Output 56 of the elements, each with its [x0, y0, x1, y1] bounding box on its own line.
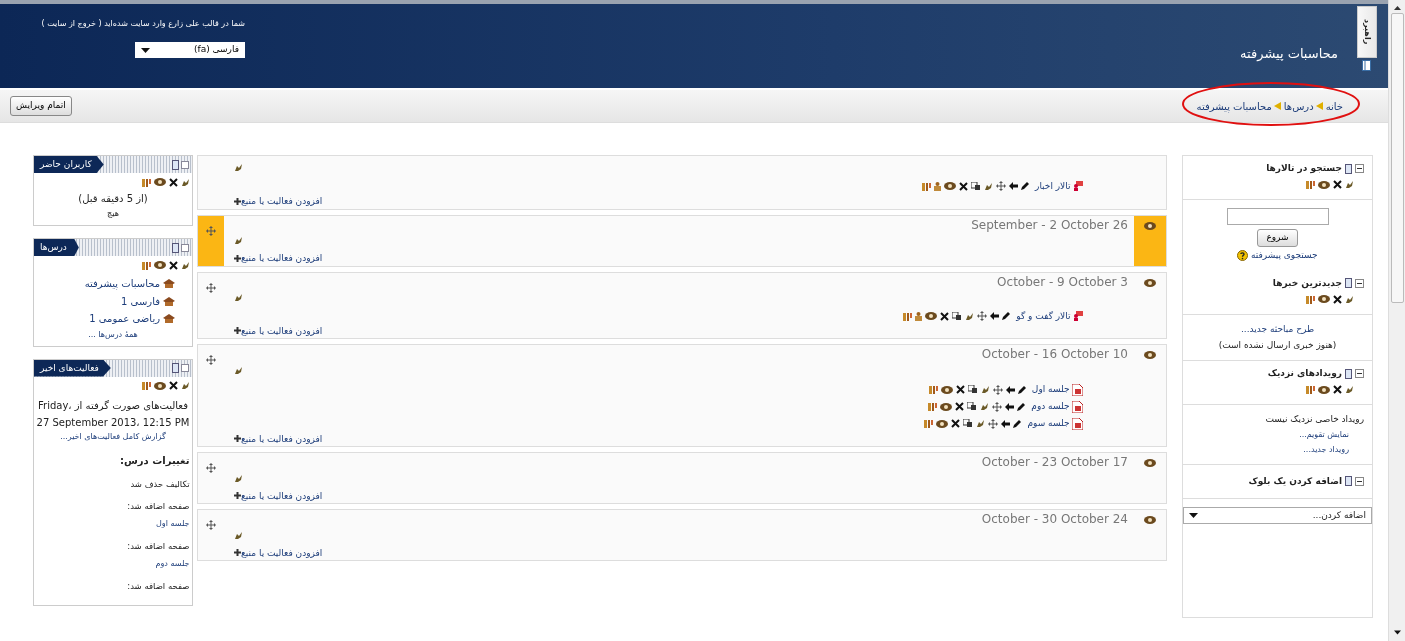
change-label: صفحه اضافه شد:: [126, 500, 190, 513]
block-title: جستجو در تالارها: [1266, 162, 1342, 176]
block-title: رویدادهای نزدیک: [1267, 367, 1342, 381]
add-activity-link[interactable]: افزودن فعالیت یا منبع: [234, 433, 323, 445]
finish-editing-button[interactable]: اتمام ویرایش: [10, 96, 72, 116]
activity-link[interactable]: جلسه دوم: [1031, 401, 1070, 412]
activity-link[interactable]: جلسه اول: [1031, 384, 1070, 395]
no-news-text: (هنوز خبری ارسال نشده است): [1217, 338, 1338, 352]
start-button[interactable]: شروع: [1257, 229, 1298, 247]
add-activity-link[interactable]: افزودن فعالیت یا منبع: [234, 195, 323, 207]
course-link[interactable]: فارسی 1: [121, 293, 160, 309]
block-title: جدیدترین خبرها: [1272, 276, 1342, 290]
section-title: October - 30 October 24: [980, 513, 1128, 527]
calendar-link[interactable]: رویداد جدید...: [1191, 443, 1349, 456]
breadcrumb-link[interactable]: محاسبات پیشرفته: [1196, 98, 1272, 114]
no-users-text: هیچ: [106, 208, 120, 220]
page-link[interactable]: جلسه دوم: [36, 557, 190, 570]
course-link[interactable]: محاسبات پیشرفته: [84, 276, 160, 291]
block-title: فعالیت‌های اخیر: [34, 359, 111, 377]
all-courses-link[interactable]: همهٔ درس‌ها ...: [36, 328, 190, 341]
add-activity-link[interactable]: افزودن فعالیت یا منبع: [234, 490, 323, 502]
user-link[interactable]: علی زارع: [168, 19, 200, 28]
time-note: (از 5 دقیقه قبل): [77, 191, 149, 206]
side-tab[interactable]: راهبرد: [1357, 6, 1377, 58]
course-title: محاسبات پیشرفته: [1240, 45, 1338, 63]
section-title: October - 23 October 17: [980, 456, 1128, 470]
login-info: شما در قالب علی زارع وارد سایت شده‌اید ( خروج از سایت ): [40, 18, 245, 30]
change-label: صفحه اضافه شد:: [126, 540, 190, 553]
changes-heading: تغییرات درس:: [119, 453, 190, 468]
block-title: اضافه کردن یک بلوک: [1248, 474, 1342, 488]
logout-link[interactable]: خروج از سایت: [47, 19, 96, 28]
advanced-search-link[interactable]: جستجوی پیشرفته: [1250, 249, 1318, 263]
add-activity-link[interactable]: افزودن فعالیت یا منبع: [234, 252, 323, 264]
change-label: تکالیف حذف شد: [129, 477, 190, 491]
page-link[interactable]: جلسه اول: [36, 518, 190, 530]
new-topic-link[interactable]: طرح مباحثه جدید...: [1191, 322, 1364, 336]
breadcrumb-link[interactable]: درس‌ها: [1283, 98, 1314, 114]
activity-link[interactable]: تالار گفت و گو: [1016, 310, 1071, 322]
add-activity-link[interactable]: افزودن فعالیت یا منبع: [234, 547, 323, 559]
calendar-link[interactable]: نمایش تقویم...: [1191, 429, 1349, 441]
block-title: درس‌ها: [34, 239, 79, 256]
breadcrumb-link[interactable]: خانه: [1325, 98, 1343, 114]
full-report-link[interactable]: گزارش کامل فعالیت‌های اخیر...: [36, 430, 190, 443]
section-title: October - 9 October 3: [996, 275, 1128, 289]
language-select[interactable]: فارسی (fa): [135, 42, 245, 58]
block-title: کاربران حاضر: [34, 156, 104, 173]
activity-link[interactable]: تالار اخبار: [1035, 181, 1071, 192]
activity-since-text: فعالیت‌های صورت گرفته از Friday، 27 September 2013، 12:15 PM: [36, 398, 190, 430]
no-events-text: رویداد خاصی نزدیک نیست: [1264, 413, 1364, 426]
course-link[interactable]: ریاضی عمومی 1: [89, 311, 160, 326]
add-block-select[interactable]: اضافه کردن...: [1183, 507, 1372, 524]
activity-link[interactable]: جلسه سوم: [1027, 418, 1070, 429]
add-activity-link[interactable]: افزودن فعالیت یا منبع: [234, 325, 323, 337]
change-label: صفحه اضافه شد:: [126, 579, 190, 593]
section-title: September - 2 October 26: [970, 218, 1128, 232]
section-title: October - 16 October 10: [980, 348, 1128, 362]
